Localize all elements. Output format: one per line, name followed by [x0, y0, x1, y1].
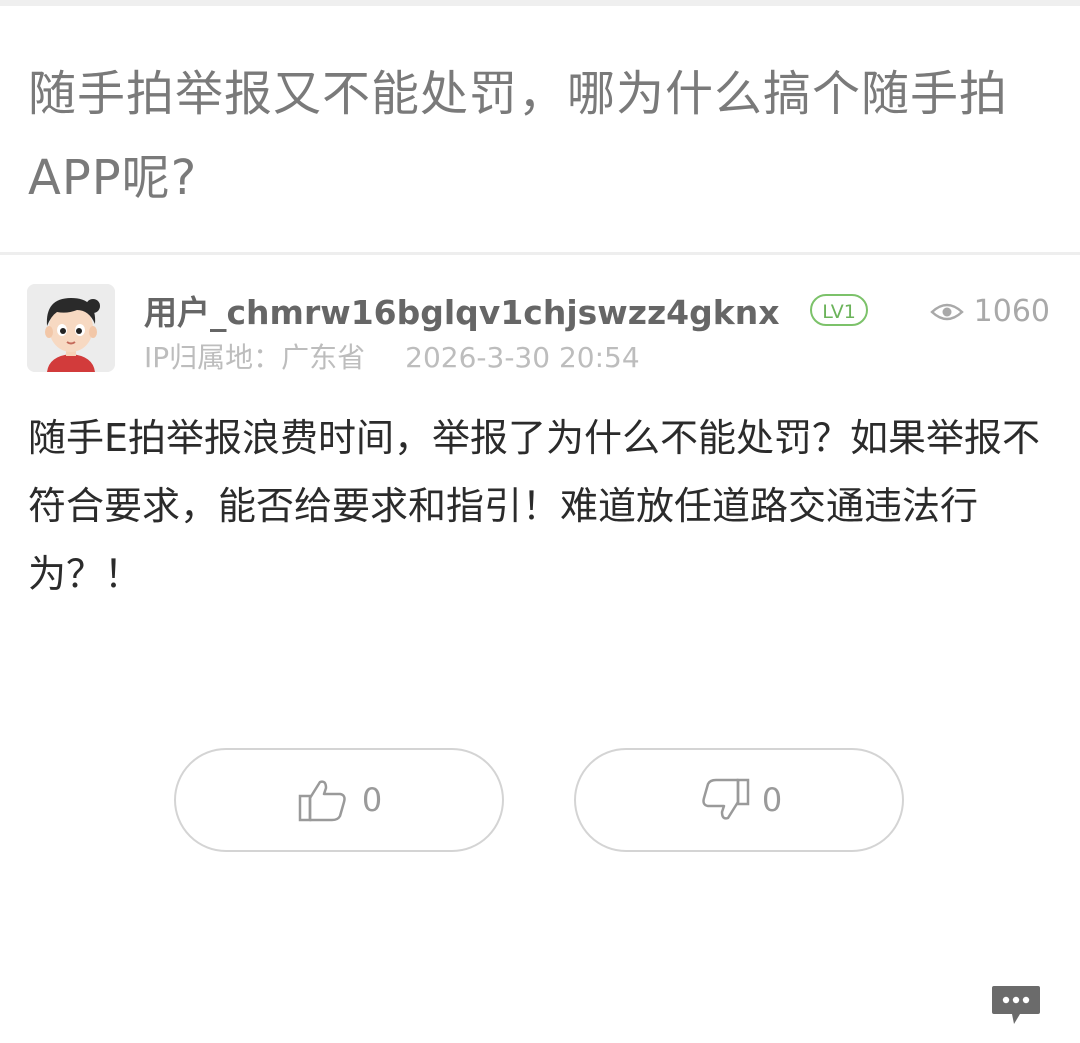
post-timestamp: 2026-3-30 20:54	[405, 341, 640, 374]
view-count: 1060	[929, 292, 1050, 332]
comment-bubble-icon	[992, 986, 1040, 1024]
thumbs-down-icon	[702, 778, 750, 820]
user-avatar[interactable]	[27, 284, 115, 372]
comment-button[interactable]	[990, 982, 1042, 1030]
level-badge: LV1	[810, 294, 868, 326]
like-count: 0	[361, 781, 383, 819]
ip-location: IP归属地：广东省	[144, 341, 366, 374]
answer-content: 随手E拍举报浪费时间，举报了为什么不能处罚？如果举报不符合要求，能否给要求和指引…	[28, 416, 1041, 596]
thumbs-up-icon	[298, 780, 346, 822]
top-strip	[0, 0, 1080, 6]
section-divider	[0, 252, 1080, 255]
question-title: 随手拍举报又不能处罚，哪为什么搞个随手拍APP呢?	[28, 66, 1009, 206]
avatar-cartoon-boy-icon	[27, 284, 115, 372]
username[interactable]: 用户_chmrw16bglqv1chjswzz4gknx	[144, 290, 780, 336]
dislike-count: 0	[761, 781, 783, 819]
eye-icon	[929, 303, 964, 321]
view-count-value: 1060	[973, 294, 1050, 329]
dislike-button[interactable]: 0	[574, 748, 904, 852]
like-button[interactable]: 0	[174, 748, 504, 852]
post-meta: IP归属地：广东省 2026-3-30 20:54	[144, 338, 640, 378]
